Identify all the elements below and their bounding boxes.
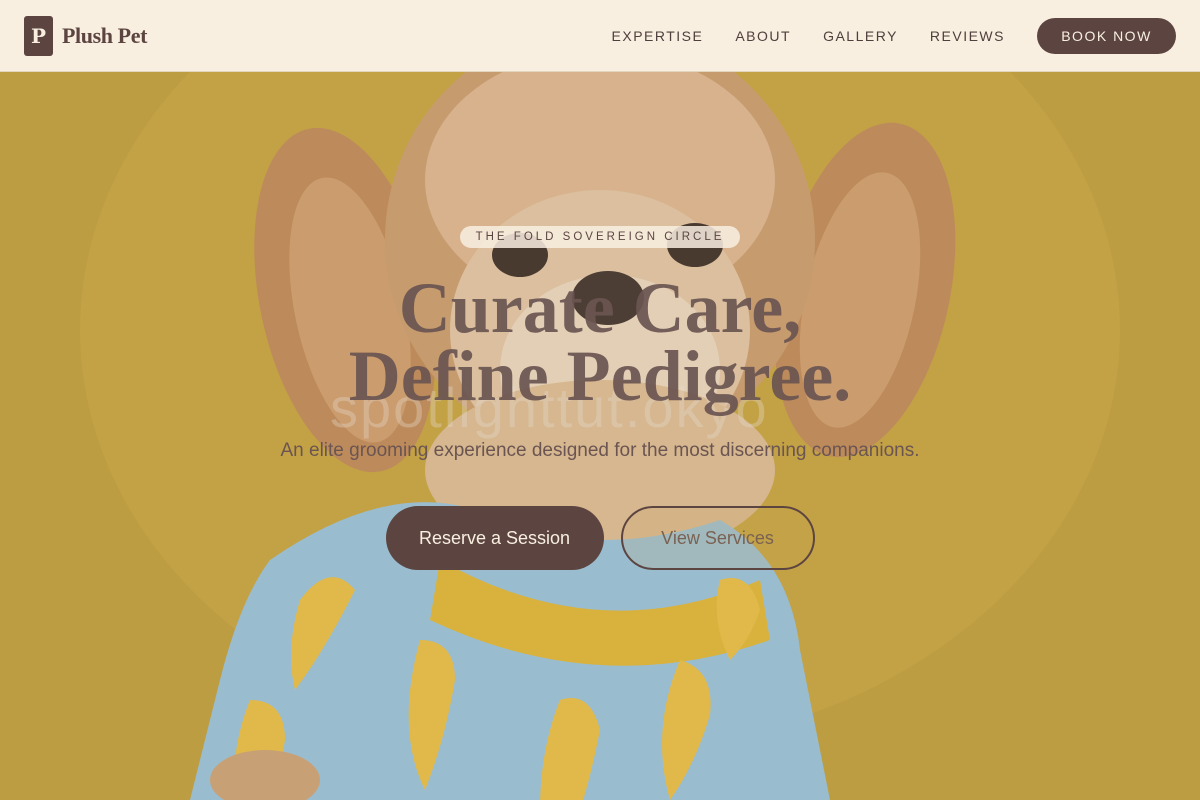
headline-line-2: Define Pedigree. <box>348 336 852 416</box>
reserve-session-button[interactable]: Reserve a Session <box>385 506 604 570</box>
headline-line-1: Curate Care, <box>398 268 802 348</box>
view-services-button[interactable]: View Services <box>620 506 815 570</box>
hero-headline: Curate Care, Define Pedigree. <box>0 268 1200 416</box>
top-navigation-bar: P Plush Pet EXPERTISE ABOUT GALLERY REVI… <box>0 0 1200 72</box>
hero-content: THE FOLD SOVEREIGN CIRCLE Curate Care, D… <box>0 226 1200 570</box>
nav-link-gallery[interactable]: GALLERY <box>823 28 898 44</box>
logo-mark-icon: P <box>24 15 53 56</box>
book-now-button[interactable]: BOOK NOW <box>1037 17 1176 54</box>
hero-subtitle: An elite grooming experience designed fo… <box>280 440 920 461</box>
main-nav: EXPERTISE ABOUT GALLERY REVIEWS BOOK NOW <box>612 17 1176 54</box>
nav-link-expertise[interactable]: EXPERTISE <box>612 28 704 44</box>
nav-link-reviews[interactable]: REVIEWS <box>930 28 1005 44</box>
brand-logo[interactable]: P Plush Pet <box>24 15 148 56</box>
nav-link-about[interactable]: ABOUT <box>735 28 791 44</box>
eyebrow-badge: THE FOLD SOVEREIGN CIRCLE <box>459 226 741 248</box>
brand-name: Plush Pet <box>62 22 148 48</box>
cta-row: Reserve a Session View Services <box>0 506 1200 570</box>
